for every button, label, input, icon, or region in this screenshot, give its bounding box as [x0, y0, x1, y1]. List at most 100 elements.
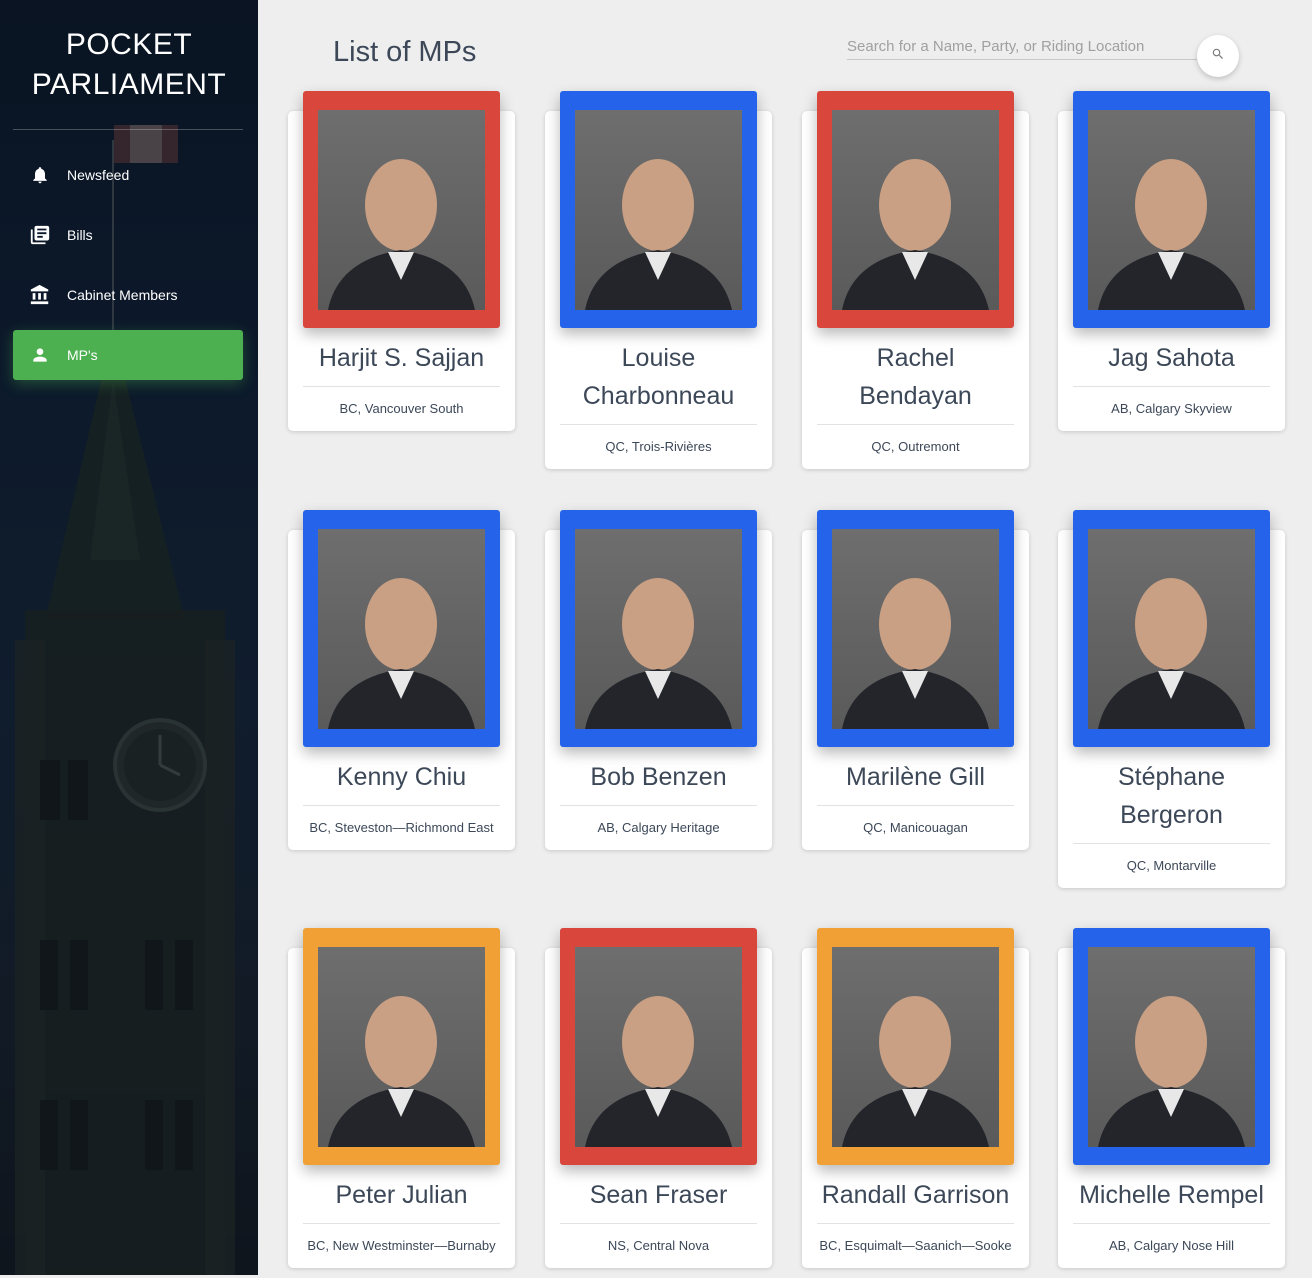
brand-line-1: POCKET	[65, 28, 193, 61]
mp-photo-frame	[303, 928, 500, 1165]
brand-line-2: PARLIAMENT	[31, 68, 227, 101]
divider	[13, 129, 243, 130]
mp-portrait	[318, 946, 485, 1147]
mp-name-line: Bergeron	[1120, 801, 1223, 829]
mp-portrait	[1088, 528, 1255, 729]
library-books-icon	[13, 224, 67, 246]
mp-photo-frame	[560, 91, 757, 328]
bell-icon	[13, 164, 67, 186]
divider	[1073, 1223, 1270, 1224]
bank-icon	[13, 284, 67, 306]
mp-portrait	[318, 528, 485, 729]
divider	[1073, 843, 1270, 844]
mp-riding: BC, Esquimalt—Saanich—Sooke	[819, 1238, 1012, 1253]
mp-name: Bob Benzen	[560, 758, 757, 796]
mp-card[interactable]: Harjit S. Sajjan BC, Vancouver South	[288, 91, 515, 431]
mp-card[interactable]: Kenny Chiu BC, Steveston—Richmond East	[288, 510, 515, 850]
sidebar-item-newsfeed[interactable]: Newsfeed	[13, 150, 243, 200]
mp-portrait	[832, 946, 999, 1147]
mp-photo-frame	[1073, 510, 1270, 747]
mp-name: Michelle Rempel	[1073, 1176, 1270, 1214]
divider	[817, 1223, 1014, 1224]
mp-riding: BC, Steveston—Richmond East	[309, 820, 494, 835]
mp-riding: BC, Vancouver South	[339, 401, 464, 416]
mp-photo-frame	[817, 928, 1014, 1165]
mp-portrait	[1088, 109, 1255, 310]
mp-card[interactable]: Marilène Gill QC, Manicouagan	[802, 510, 1029, 850]
mp-card[interactable]: Sean Fraser NS, Central Nova	[545, 928, 772, 1268]
mp-card[interactable]: Michelle Rempel AB, Calgary Nose Hill	[1058, 928, 1285, 1268]
mp-card[interactable]: Randall Garrison BC, Esquimalt—Saanich—So…	[802, 928, 1029, 1268]
mp-name-line: Kenny Chiu	[336, 763, 467, 791]
mp-photo-frame	[560, 510, 757, 747]
mp-riding: QC, Montarville	[1126, 858, 1217, 873]
sidebar-nav: Newsfeed Bills Cabinet Members MP's	[13, 150, 243, 390]
divider	[303, 805, 500, 806]
search-button[interactable]	[1197, 35, 1239, 77]
mp-name-line: Michelle Rempel	[1079, 1181, 1264, 1209]
mp-portrait	[575, 946, 742, 1147]
mp-photo-frame	[1073, 928, 1270, 1165]
mp-riding: AB, Calgary Nose Hill	[1109, 1238, 1234, 1253]
divider	[560, 1223, 757, 1224]
mp-name-line: Sean Fraser	[589, 1181, 728, 1209]
mp-name-line: Marilène Gill	[846, 763, 985, 791]
mp-name-line: Bendayan	[859, 382, 972, 410]
page-title: List of MPs	[333, 36, 477, 68]
mp-name-line: Harjit S. Sajjan	[318, 344, 485, 372]
mp-name: Louise Charbonneau	[560, 339, 757, 415]
search-icon	[1211, 47, 1225, 66]
sidebar-item-mps[interactable]: MP's	[13, 330, 243, 380]
mp-riding: AB, Calgary Skyview	[1111, 401, 1232, 416]
sidebar-item-cabinet-members[interactable]: Cabinet Members	[13, 270, 243, 320]
mp-card[interactable]: Louise Charbonneau QC, Trois-Rivières	[545, 91, 772, 469]
mp-portrait	[1088, 946, 1255, 1147]
mp-name: Randall Garrison	[817, 1176, 1014, 1214]
mp-riding: AB, Calgary Heritage	[597, 820, 720, 835]
mp-riding: QC, Manicouagan	[863, 820, 968, 835]
mp-portrait	[575, 528, 742, 729]
mp-riding: BC, New Westminster—Burnaby	[307, 1238, 496, 1253]
mp-portrait	[832, 109, 999, 310]
mp-name-line: Peter Julian	[335, 1181, 468, 1209]
divider	[560, 424, 757, 425]
app-logo[interactable]: POCKET PARLIAMENT	[0, 25, 258, 105]
mp-name: Kenny Chiu	[303, 758, 500, 796]
mp-name-line: Randall Garrison	[821, 1181, 1010, 1209]
sidebar-item-label: Newsfeed	[67, 167, 130, 183]
sidebar-item-label: Cabinet Members	[67, 287, 178, 303]
mp-card[interactable]: Jag Sahota AB, Calgary Skyview	[1058, 91, 1285, 431]
mp-riding: NS, Central Nova	[607, 1238, 710, 1253]
search-field	[847, 38, 1197, 60]
mp-name: Peter Julian	[303, 1176, 500, 1214]
mp-riding: QC, Outremont	[871, 439, 960, 454]
mp-card[interactable]: Bob Benzen AB, Calgary Heritage	[545, 510, 772, 850]
divider	[1073, 386, 1270, 387]
mp-photo-frame	[303, 510, 500, 747]
search-input[interactable]	[847, 38, 1197, 55]
divider	[817, 424, 1014, 425]
mp-card[interactable]: Stéphane Bergeron QC, Montarville	[1058, 510, 1285, 888]
divider	[303, 1223, 500, 1224]
mp-photo-frame	[1073, 91, 1270, 328]
mp-name-line: Rachel	[876, 344, 955, 372]
mp-photo-frame	[817, 91, 1014, 328]
mp-name: Jag Sahota	[1073, 339, 1270, 377]
sidebar-item-label: Bills	[67, 227, 93, 243]
mp-portrait	[318, 109, 485, 310]
divider	[817, 805, 1014, 806]
mp-card[interactable]: Rachel Bendayan QC, Outremont	[802, 91, 1029, 469]
sidebar: POCKET PARLIAMENT Newsfeed Bills Cabinet…	[0, 0, 258, 1275]
mp-name: Harjit S. Sajjan	[303, 339, 500, 377]
mp-portrait	[832, 528, 999, 729]
mp-photo-frame	[303, 91, 500, 328]
divider	[560, 805, 757, 806]
mp-photo-frame	[560, 928, 757, 1165]
sidebar-item-bills[interactable]: Bills	[13, 210, 243, 260]
mp-card[interactable]: Peter Julian BC, New Westminster—Burnaby	[288, 928, 515, 1268]
mp-name-line: Charbonneau	[582, 382, 735, 410]
mp-portrait	[575, 109, 742, 310]
person-icon	[13, 345, 67, 365]
mp-name: Marilène Gill	[817, 758, 1014, 796]
mp-name-line: Stéphane	[1117, 763, 1226, 791]
